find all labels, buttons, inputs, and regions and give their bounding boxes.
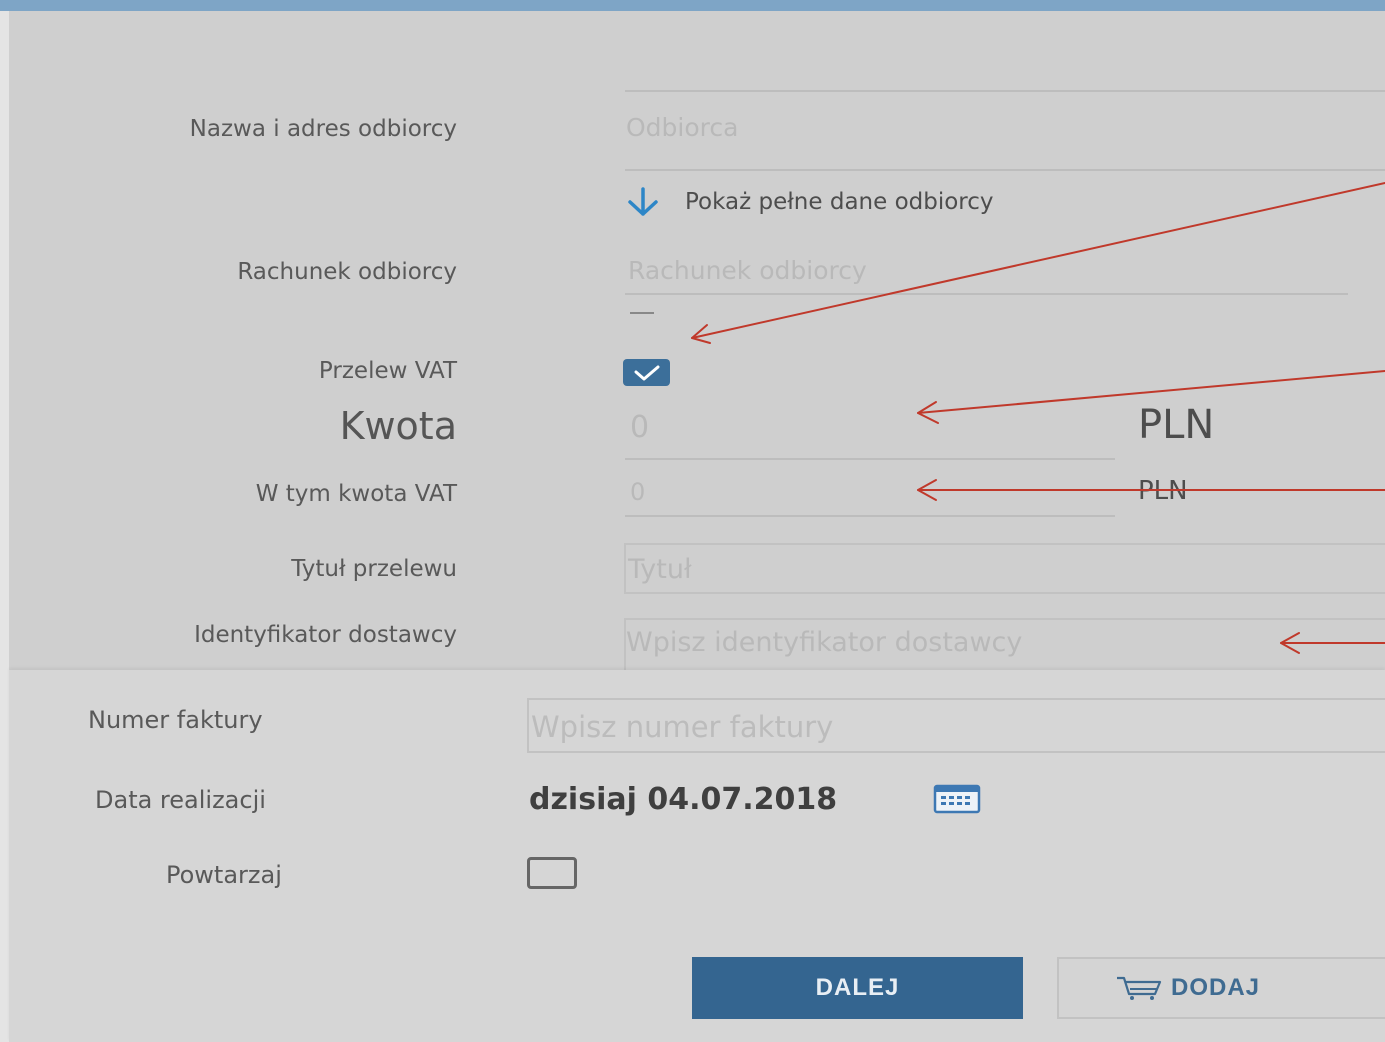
invoice-number-label: Numer faktury xyxy=(88,706,263,734)
vat-amount-label: W tym kwota VAT xyxy=(255,481,457,507)
vat-amount-input[interactable]: 0 xyxy=(630,478,645,506)
next-button[interactable]: DALEJ xyxy=(692,957,1023,1019)
recipient-account-line xyxy=(625,293,1348,295)
execution-date-label: Data realizacji xyxy=(95,786,266,814)
amount-currency: PLN xyxy=(1138,402,1215,448)
annotation-arrowhead-vat-checkbox xyxy=(691,324,711,344)
recipient-name-bottom-line xyxy=(625,169,1385,171)
show-full-recipient-link[interactable]: Pokaż pełne dane odbiorcy xyxy=(625,186,994,218)
amount-input[interactable]: 0 xyxy=(630,410,649,445)
add-button-label: DODAJ xyxy=(1171,974,1261,1001)
vat-transfer-label: Przelew VAT xyxy=(318,358,457,384)
amount-label: Kwota xyxy=(339,404,457,448)
recipient-account-input[interactable]: Rachunek odbiorcy xyxy=(628,256,867,285)
annotation-arrowhead-amount xyxy=(917,401,939,424)
recipient-name-label: Nazwa i adres odbiorcy xyxy=(189,116,457,142)
repeat-checkbox[interactable] xyxy=(527,857,577,889)
transfer-title-box[interactable] xyxy=(624,543,1385,594)
cart-icon xyxy=(1117,976,1162,1000)
vat-transfer-checkbox[interactable] xyxy=(623,359,670,386)
transfer-title-label: Tytuł przelewu xyxy=(291,556,457,582)
annotation-arrowhead-vat-amount xyxy=(917,479,937,501)
recipient-name-top-line xyxy=(625,90,1385,92)
amount-line xyxy=(625,458,1115,460)
add-button[interactable]: DODAJ xyxy=(1057,957,1385,1019)
dash-separator xyxy=(630,312,654,314)
vat-amount-currency: PLN xyxy=(1138,476,1188,506)
calendar-icon[interactable] xyxy=(933,784,981,814)
transfer-title-input[interactable]: Tytuł xyxy=(628,554,692,585)
invoice-number-input[interactable]: Wpisz numer faktury xyxy=(531,710,833,744)
transfer-form: Nazwa i adres odbiorcy Odbiorca Pokaż pe… xyxy=(0,0,1385,1042)
show-full-recipient-label: Pokaż pełne dane odbiorcy xyxy=(685,189,994,215)
recipient-account-label: Rachunek odbiorcy xyxy=(237,259,457,285)
vat-amount-line xyxy=(625,515,1115,517)
arrow-down-icon xyxy=(628,187,658,216)
execution-date-value: dzisiaj 04.07.2018 xyxy=(529,782,838,817)
supplier-id-label: Identyfikator dostawcy xyxy=(194,622,457,648)
supplier-id-input[interactable]: Wpisz identyfikator dostawcy xyxy=(626,627,1022,658)
left-edge xyxy=(0,11,9,1042)
top-border xyxy=(0,0,1385,11)
check-icon xyxy=(634,365,659,380)
repeat-label: Powtarzaj xyxy=(166,861,282,889)
recipient-name-input[interactable]: Odbiorca xyxy=(626,113,738,142)
